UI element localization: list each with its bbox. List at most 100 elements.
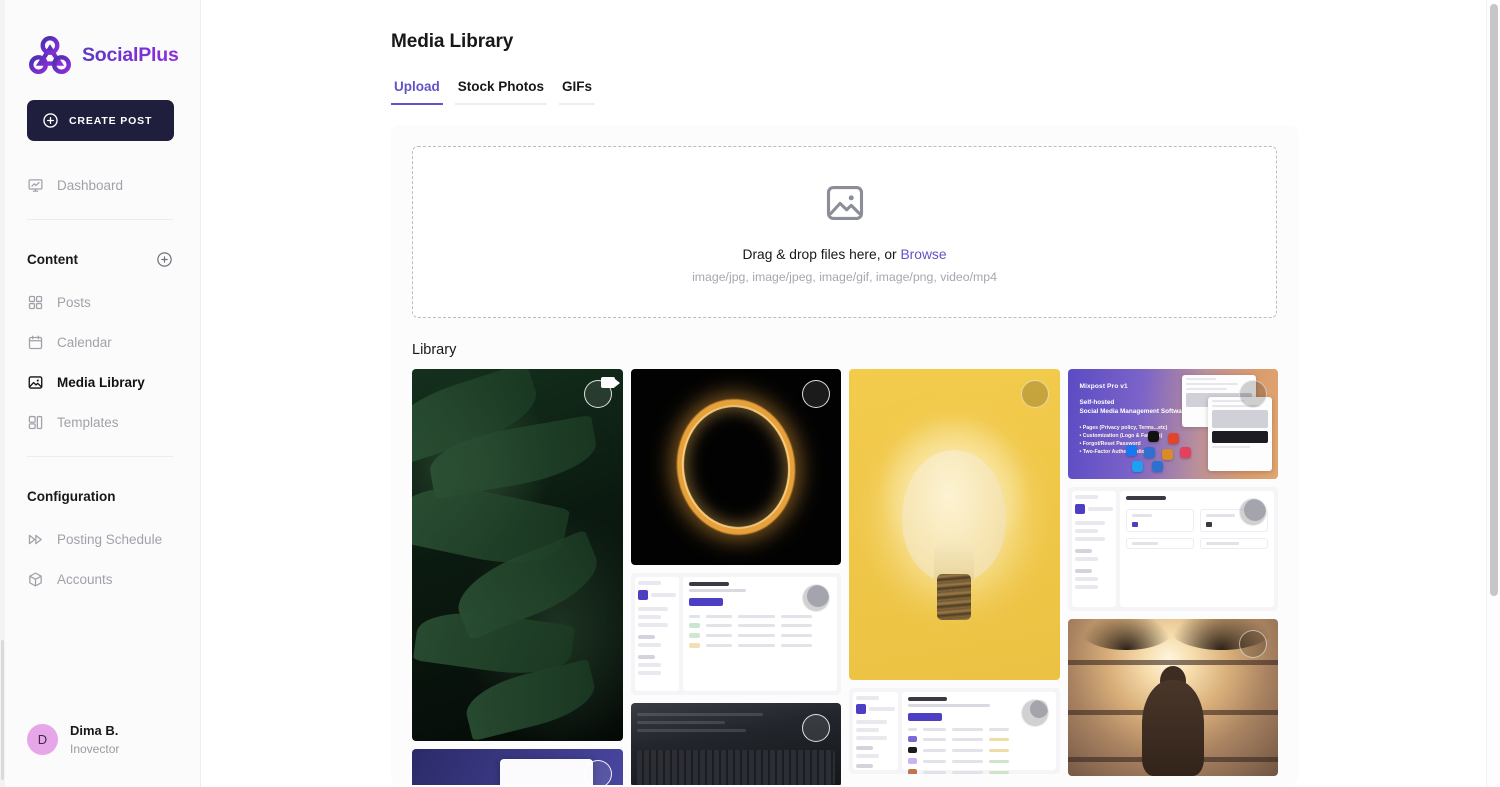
sidebar-item-label: Posting Schedule (57, 531, 163, 547)
library-heading: Library (412, 342, 457, 358)
sidebar-scrollbar-track[interactable] (0, 0, 5, 787)
select-checkbox[interactable] (1239, 630, 1267, 658)
user-profile[interactable]: D Dima B. Inovector (27, 722, 173, 758)
media-item-leaf-video[interactable] (412, 369, 623, 741)
brand-name: SocialPlus (82, 43, 179, 66)
image-icon (28, 375, 43, 389)
media-item-admin-dashboard[interactable] (1067, 487, 1278, 611)
bulb-base (937, 574, 972, 621)
media-grid: Mixpost Pro v1 Self-hosted Social Media … (412, 369, 1278, 785)
sidebar-item-templates[interactable]: Templates (27, 402, 173, 442)
plus-circle-icon[interactable] (156, 251, 173, 268)
media-item-meditation-sunset[interactable] (1067, 619, 1278, 776)
section-header-configuration: Configuration (27, 479, 173, 513)
admin-heading (1126, 496, 1166, 500)
socialplus-logo-icon (29, 35, 71, 75)
nav-primary: Dashboard (27, 165, 173, 205)
templates-icon (28, 415, 43, 429)
grid-icon (28, 295, 43, 309)
main-content: Media Library Upload Stock Photos GIFs D… (201, 0, 1500, 787)
sidebar: SocialPlus CREATE POST Dashboard Content (0, 0, 201, 787)
media-item-light-ring[interactable] (630, 369, 841, 565)
sidebar-item-label: Posts (57, 294, 91, 310)
admin-primary-button (907, 713, 942, 721)
media-item-purple-settings[interactable] (412, 749, 623, 785)
brand[interactable]: SocialPlus (27, 32, 179, 78)
select-checkbox[interactable] (583, 380, 612, 408)
nav-configuration: Posting Schedule Accounts (27, 519, 173, 599)
media-thumbnail (412, 369, 623, 741)
mixpost-social-icons (1120, 431, 1204, 473)
select-checkbox[interactable] (1020, 380, 1049, 408)
media-item-lightbulb[interactable] (849, 369, 1060, 680)
media-item-mixpost-banner[interactable]: Mixpost Pro v1 Self-hosted Social Media … (1067, 369, 1278, 479)
media-item-laptop-code[interactable] (630, 703, 841, 785)
calendar-icon (28, 335, 43, 349)
accepted-file-types: image/jpg, image/jpeg, image/gif, image/… (692, 269, 997, 284)
browse-link[interactable]: Browse (900, 247, 946, 262)
sidebar-item-label: Accounts (57, 571, 113, 587)
sidebar-divider (27, 219, 173, 220)
sidebar-item-calendar[interactable]: Calendar (27, 322, 173, 362)
media-item-admin-users[interactable] (630, 573, 841, 695)
box-icon (29, 571, 42, 587)
select-checkbox[interactable] (1020, 699, 1049, 727)
user-organization: Inovector (70, 741, 120, 756)
select-checkbox[interactable] (583, 760, 612, 785)
upload-panel: Drag & drop files here, or Browse image/… (391, 125, 1298, 785)
admin-sidebar (634, 577, 680, 691)
select-checkbox[interactable] (802, 714, 830, 742)
admin-sidebar (853, 692, 898, 770)
section-title: Configuration (27, 488, 116, 504)
user-name: Dima B. (70, 722, 119, 738)
page-scrollbar-thumb[interactable] (1490, 4, 1498, 596)
page-scrollbar-track[interactable] (1486, 0, 1500, 787)
admin-stat-card (1126, 509, 1195, 532)
keyboard (636, 749, 835, 785)
sidebar-item-label: Calendar (57, 334, 112, 350)
admin-primary-button (689, 598, 724, 606)
select-checkbox[interactable] (802, 584, 830, 612)
tab-stock-photos[interactable]: Stock Photos (454, 79, 548, 105)
create-post-button[interactable]: CREATE POST (27, 100, 174, 141)
media-thumbnail (849, 369, 1060, 680)
app-root: SocialPlus CREATE POST Dashboard Content (0, 0, 1500, 787)
sidebar-scrollbar-thumb[interactable] (1, 640, 4, 780)
select-checkbox[interactable] (802, 380, 830, 408)
dropzone-text-before: Drag & drop files here, or (742, 246, 901, 262)
dashboard-icon (28, 178, 43, 192)
sidebar-item-dashboard[interactable]: Dashboard (27, 165, 173, 205)
image-placeholder-icon (826, 185, 863, 220)
tab-upload[interactable]: Upload (391, 79, 443, 105)
select-checkbox[interactable] (1239, 498, 1267, 526)
page-title: Media Library (391, 31, 514, 52)
select-checkbox[interactable] (1239, 380, 1267, 408)
nav-content: Posts Calendar Media Library Templates (27, 282, 173, 442)
admin-heading (689, 582, 729, 586)
admin-heading (907, 697, 948, 701)
avatar: D (27, 724, 58, 756)
plus-circle-icon (43, 113, 58, 128)
section-header-content: Content (27, 242, 173, 276)
sidebar-item-accounts[interactable]: Accounts (27, 559, 173, 599)
media-item-admin-workspaces[interactable] (849, 688, 1060, 774)
section-title: Content (27, 251, 78, 267)
user-meta: Dima B. Inovector (70, 722, 119, 758)
sidebar-item-label: Templates (57, 414, 119, 430)
sidebar-item-label: Dashboard (57, 177, 124, 193)
sidebar-item-label: Media Library (57, 374, 145, 390)
fast-forward-icon (28, 534, 42, 544)
sidebar-divider-2 (27, 456, 173, 457)
sidebar-item-posts[interactable]: Posts (27, 282, 173, 322)
file-dropzone[interactable]: Drag & drop files here, or Browse image/… (412, 146, 1277, 318)
sidebar-item-media-library[interactable]: Media Library (27, 362, 173, 402)
tab-bar: Upload Stock Photos GIFs (391, 79, 1500, 105)
dropzone-text: Drag & drop files here, or Browse (743, 247, 947, 262)
thumbnail-card (500, 758, 594, 785)
sidebar-item-posting-schedule[interactable]: Posting Schedule (27, 519, 173, 559)
figure-body (1141, 680, 1204, 776)
admin-sidebar (1071, 491, 1117, 607)
create-post-label: CREATE POST (69, 114, 153, 127)
tab-gifs[interactable]: GIFs (559, 79, 596, 105)
